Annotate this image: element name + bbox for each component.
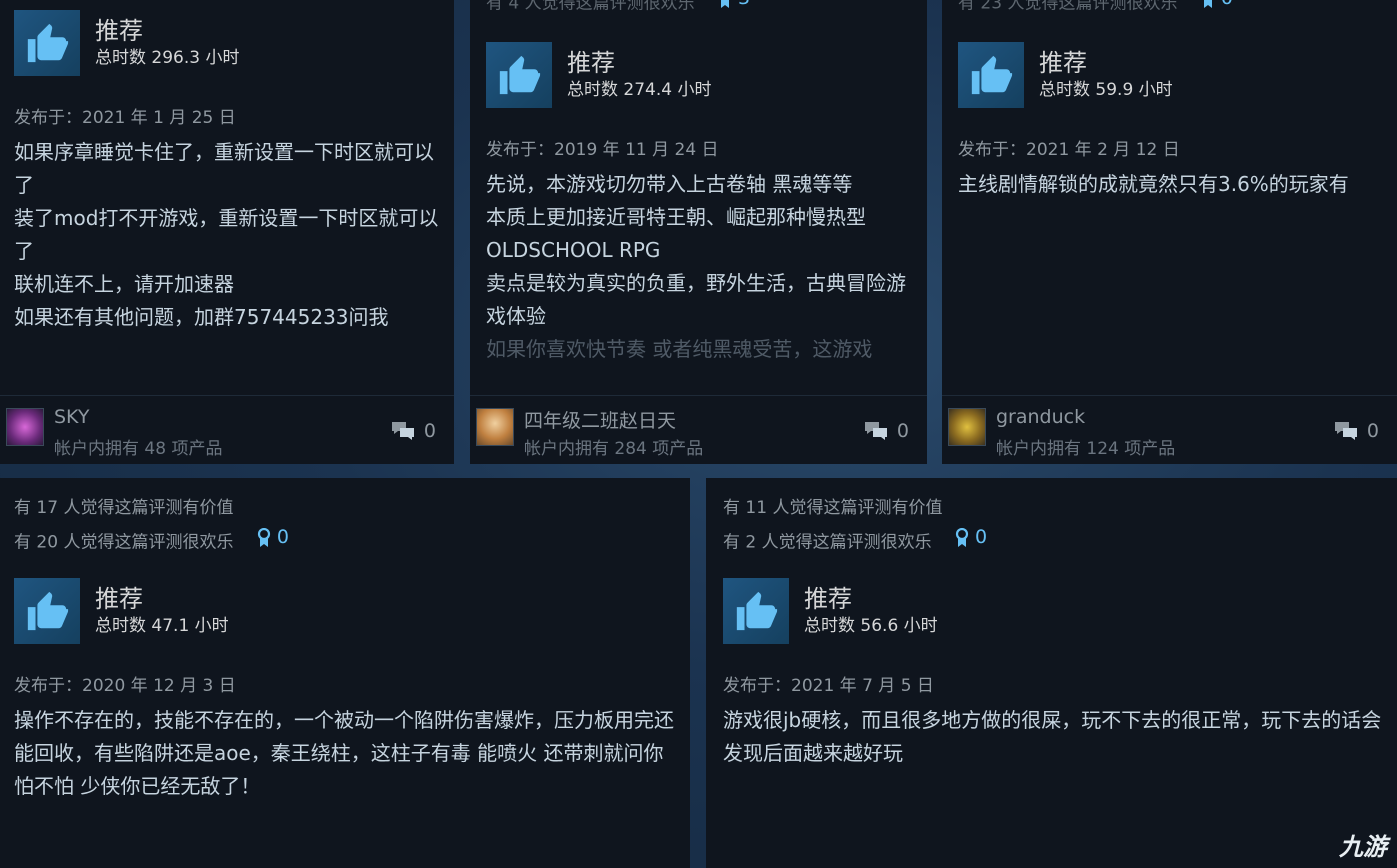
- playtime-hours: 总时数 47.1 小时: [95, 615, 229, 636]
- recommendation-block: 推荐 总时数 56.6 小时: [723, 577, 1387, 644]
- author-bar[interactable]: SKY 帐户内拥有 48 项产品 0: [0, 395, 454, 464]
- comments-button[interactable]: 0: [1333, 420, 1379, 442]
- award-count: 0: [975, 526, 988, 548]
- products-owned: 帐户内拥有 284 项产品: [524, 439, 704, 459]
- review-line: 本质上更加接近哥特王朝、崛起那种慢热型: [486, 204, 866, 229]
- comments-button[interactable]: 0: [390, 420, 436, 442]
- thumbs-up-icon: [14, 10, 80, 76]
- recommendation-label: 推荐: [804, 584, 852, 613]
- recommendation-label: 推荐: [95, 584, 143, 613]
- author-name[interactable]: 四年级二班赵日天: [524, 406, 676, 433]
- review-card-4: 有 17 人觉得这篇评测有价值 有 20 人觉得这篇评测很欢乐 0 推荐 总时数…: [0, 478, 690, 868]
- recommendation-block: 推荐 总时数 59.9 小时: [958, 41, 1387, 108]
- author-name[interactable]: SKY: [54, 406, 89, 428]
- award-button[interactable]: 0: [1201, 0, 1233, 13]
- comment-icon: [391, 422, 414, 440]
- funny-count: 有 23 人觉得这篇评测很欢乐: [958, 0, 1178, 14]
- review-body[interactable]: 操作不存在的，技能不存在的，一个被动一个陷阱伤害爆炸，压力板用完还能回收，有些陷…: [14, 704, 674, 803]
- comment-icon: [864, 422, 887, 440]
- posted-date: 发布于：2020 年 12 月 3 日: [14, 675, 236, 696]
- award-count: 0: [276, 526, 289, 548]
- review-line: 主线剧情解锁的成就竟然只有3.6%的玩家有: [958, 171, 1349, 196]
- recommendation-label: 推荐: [567, 48, 615, 77]
- award-button[interactable]: 3: [718, 0, 750, 13]
- review-body[interactable]: 如果序章睡觉卡住了，重新设置一下时区就可以了 装了mod打不开游戏，重新设置一下…: [14, 136, 444, 334]
- review-line: 游戏很jb硬核，而且很多地方做的很屎，玩不下去的很正常，玩下去的话会发现后面越来…: [723, 707, 1382, 765]
- review-card-2: 有 4 人觉得这篇评测很欢乐 3 推荐 总时数 274.4 小时 发布于：201…: [470, 0, 927, 464]
- funny-count: 有 4 人觉得这篇评测很欢乐: [486, 0, 695, 14]
- products-owned: 帐户内拥有 124 项产品: [996, 439, 1176, 459]
- playtime-hours: 总时数 274.4 小时: [567, 79, 712, 100]
- thumbs-up-icon: [486, 41, 552, 108]
- review-line: 操作不存在的，技能不存在的，一个被动一个陷阱伤害爆炸，压力板用完还能回收，有些陷…: [14, 707, 674, 798]
- playtime-hours: 总时数 296.3 小时: [95, 48, 240, 68]
- review-body[interactable]: 游戏很jb硬核，而且很多地方做的很屎，玩不下去的很正常，玩下去的话会发现后面越来…: [723, 704, 1383, 770]
- review-line-faded: 如果你喜欢快节奏 或者纯黑魂受苦，这游戏: [486, 336, 873, 361]
- review-line: 联机连不上，请开加速器: [14, 272, 234, 296]
- thumbs-up-icon: [14, 577, 80, 644]
- helpful-count: 有 17 人觉得这篇评测有价值: [14, 498, 234, 518]
- comments-button[interactable]: 0: [863, 420, 909, 442]
- thumbs-up-icon: [723, 577, 789, 644]
- award-icon: [721, 0, 730, 8]
- recommendation-block: 推荐 总时数 47.1 小时: [14, 577, 680, 644]
- products-owned: 帐户内拥有 48 项产品: [54, 439, 223, 459]
- comment-icon: [1334, 422, 1357, 440]
- award-count: 3: [738, 0, 750, 13]
- recommendation-block: 推荐 总时数 274.4 小时: [486, 41, 917, 108]
- posted-date: 发布于：2021 年 2 月 12 日: [958, 139, 1180, 160]
- avatar[interactable]: [6, 408, 44, 446]
- award-icon: [257, 527, 270, 547]
- author-bar[interactable]: granduck 帐户内拥有 124 项产品 0: [942, 395, 1397, 464]
- review-body[interactable]: 先说，本游戏切勿带入上古卷轴 黑魂等等 本质上更加接近哥特王朝、崛起那种慢热型 …: [486, 168, 917, 366]
- recommendation-block: 推荐 总时数 296.3 小时: [14, 10, 444, 76]
- review-line: OLDSCHOOL RPG: [486, 237, 661, 262]
- review-card-1: 推荐 总时数 296.3 小时 发布于：2021 年 1 月 25 日 如果序章…: [0, 0, 454, 464]
- posted-date: 发布于：2021 年 7 月 5 日: [723, 675, 934, 696]
- comment-count: 0: [423, 420, 436, 442]
- review-card-5: 有 11 人觉得这篇评测有价值 有 2 人觉得这篇评测很欢乐 0 推荐 总时数 …: [706, 478, 1397, 868]
- author-name[interactable]: granduck: [996, 406, 1085, 428]
- funny-count: 有 2 人觉得这篇评测很欢乐: [723, 532, 932, 553]
- award-button[interactable]: 0: [955, 523, 987, 552]
- avatar[interactable]: [476, 408, 514, 446]
- review-line: 如果还有其他问题，加群757445233问我: [14, 305, 389, 329]
- award-count: 0: [1221, 0, 1233, 13]
- watermark-logo: 九游: [1339, 833, 1387, 861]
- review-body[interactable]: 主线剧情解锁的成就竟然只有3.6%的玩家有: [958, 168, 1387, 201]
- review-line: 卖点是较为真实的负重，野外生活，古典冒险游戏体验: [486, 270, 906, 328]
- award-icon: [955, 527, 969, 547]
- playtime-hours: 总时数 59.9 小时: [1039, 79, 1173, 100]
- recommendation-label: 推荐: [95, 17, 143, 45]
- funny-count: 有 20 人觉得这篇评测很欢乐: [14, 532, 234, 553]
- author-bar[interactable]: 四年级二班赵日天 帐户内拥有 284 项产品 0: [470, 395, 927, 464]
- thumbs-up-icon: [958, 41, 1024, 108]
- review-line: 如果序章睡觉卡住了，重新设置一下时区就可以了: [14, 140, 434, 197]
- helpful-count: 有 11 人觉得这篇评测有价值: [723, 498, 943, 518]
- award-button[interactable]: 0: [257, 523, 289, 552]
- avatar[interactable]: [948, 408, 986, 446]
- review-card-3: 有 23 人觉得这篇评测很欢乐 0 推荐 总时数 59.9 小时 发布于：202…: [942, 0, 1397, 464]
- comment-count: 0: [1366, 420, 1379, 442]
- posted-date: 发布于：2021 年 1 月 25 日: [14, 108, 236, 128]
- review-line: 先说，本游戏切勿带入上古卷轴 黑魂等等: [486, 171, 853, 196]
- review-line: 装了mod打不开游戏，重新设置一下时区就可以了: [14, 206, 439, 263]
- comment-count: 0: [896, 420, 909, 442]
- recommendation-label: 推荐: [1039, 48, 1087, 77]
- posted-date: 发布于：2019 年 11 月 24 日: [486, 139, 719, 160]
- award-icon: [1203, 0, 1212, 8]
- playtime-hours: 总时数 56.6 小时: [804, 615, 938, 636]
